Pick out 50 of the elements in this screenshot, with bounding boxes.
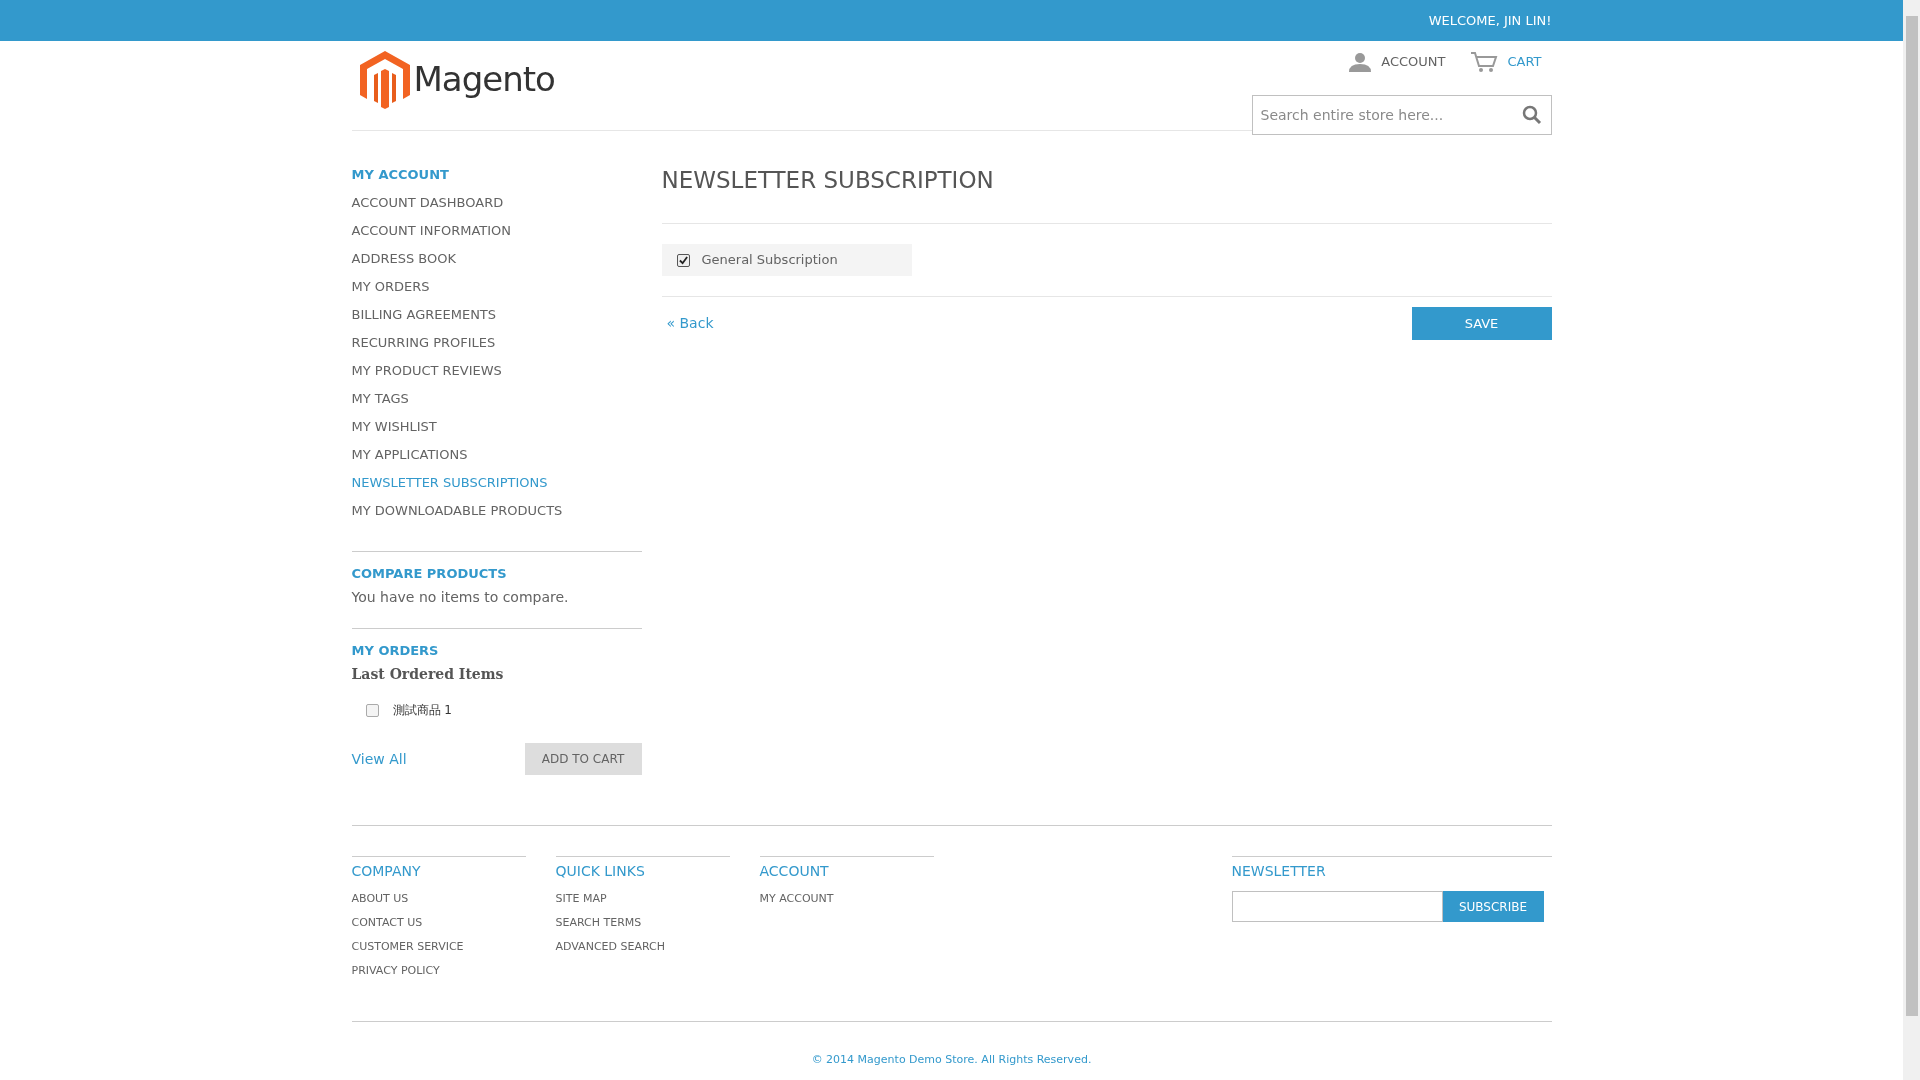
cart-link[interactable]: CART <box>1469 51 1542 73</box>
sidebar-item[interactable]: BILLING AGREEMENTS <box>351 301 497 329</box>
orders-subtitle: Last Ordered Items <box>351 665 504 684</box>
footer-heading: ACCOUNT <box>759 862 829 881</box>
footer-link[interactable]: CUSTOMER SERVICE <box>351 935 464 959</box>
search-icon[interactable] <box>1521 105 1542 125</box>
footer-link[interactable]: PRIVACY POLICY <box>351 959 440 983</box>
newsletter-email-field[interactable] <box>1231 891 1443 922</box>
footer-link[interactable]: ABOUT US <box>351 887 409 911</box>
cart-icon <box>1469 51 1498 73</box>
checkbox[interactable] <box>676 253 690 267</box>
sidebar-item[interactable]: MY TAGS <box>351 385 409 413</box>
footer-link[interactable]: CONTACT US <box>351 911 423 935</box>
add-to-cart-button[interactable]: ADD TO CART <box>524 743 642 775</box>
footer-link[interactable]: MY ACCOUNT <box>759 887 834 911</box>
sidebar-item[interactable]: NEWSLETTER SUBSCRIPTIONS <box>351 469 548 497</box>
view-all-link[interactable]: View All <box>351 748 407 770</box>
search-field[interactable]: Search entire store here... <box>1251 95 1552 135</box>
sidebar-item[interactable]: ACCOUNT DASHBOARD <box>351 189 504 217</box>
logo-text[interactable]: Magento <box>413 54 555 105</box>
sidebar-item[interactable]: MY APPLICATIONS <box>351 441 468 469</box>
orders-title: MY ORDERS <box>351 642 439 660</box>
account-link[interactable]: ACCOUNT <box>1349 52 1446 72</box>
user-icon <box>1349 52 1372 72</box>
sidebar-item[interactable]: MY ORDERS <box>351 273 430 301</box>
sidebar-title: MY ACCOUNT <box>351 166 449 184</box>
sidebar-item[interactable]: MY DOWNLOADABLE PRODUCTS <box>351 497 563 525</box>
sidebar-item[interactable]: ACCOUNT INFORMATION <box>351 217 511 245</box>
sidebar-item[interactable]: ADDRESS BOOK <box>351 245 456 273</box>
page-title: NEWSLETTER SUBSCRIPTION <box>661 166 994 195</box>
footer-link[interactable]: ADVANCED SEARCH <box>555 935 665 959</box>
footer-heading: QUICK LINKS <box>555 862 645 881</box>
ordered-item-name: 測試商品 1 <box>392 702 452 719</box>
compare-title: COMPARE PRODUCTS <box>351 565 507 583</box>
back-link[interactable]: « Back <box>661 313 714 334</box>
footer-link[interactable]: SEARCH TERMS <box>555 911 642 935</box>
sidebar-item[interactable]: MY PRODUCT REVIEWS <box>351 357 502 385</box>
sidebar-item[interactable]: RECURRING PROFILES <box>351 329 496 357</box>
copyright-text: © 2014 Magento Demo Store. All Rights Reserved. <box>811 1052 1092 1068</box>
welcome-text: WELCOME, JIN LIN! <box>1428 11 1552 30</box>
footer-link[interactable]: SITE MAP <box>555 887 607 911</box>
save-button[interactable]: SAVE <box>1411 307 1552 340</box>
newsletter-heading: NEWSLETTER <box>1231 862 1326 881</box>
subscribe-button[interactable]: SUBSCRIBE <box>1442 891 1544 922</box>
compare-text: You have no items to compare. <box>351 588 569 607</box>
sidebar-item[interactable]: MY WISHLIST <box>351 413 437 441</box>
checkbox[interactable] <box>365 703 379 717</box>
footer-heading: COMPANY <box>351 862 421 881</box>
subscription-option[interactable]: General Subscription <box>661 244 912 276</box>
logo-icon <box>359 50 410 109</box>
